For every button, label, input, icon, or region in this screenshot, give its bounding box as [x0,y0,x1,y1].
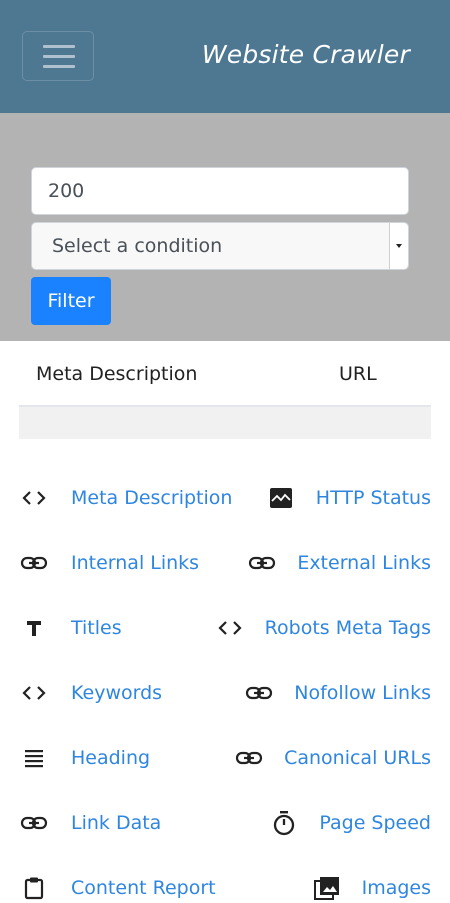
nav-link-label: Titles [71,617,122,639]
menu-toggle-button[interactable] [22,31,94,81]
title-icon [19,613,49,643]
top-navbar: Website Crawler [0,0,450,113]
brand-title[interactable]: Website Crawler [202,40,410,69]
images-icon [312,873,342,903]
nav-link-label: HTTP Status [315,487,431,509]
nav-link-link-data[interactable]: Link Data [19,808,161,838]
clipboard-icon [19,873,49,903]
nav-link-label: Content Report [71,877,216,899]
nav-link-label: Robots Meta Tags [264,617,431,639]
nav-link-robots-meta-tags[interactable]: Robots Meta Tags [215,613,431,643]
link-icon [234,743,264,773]
nav-link-heading[interactable]: Heading [19,743,150,773]
condition-select-value: Select a condition [52,235,223,257]
nav-link-meta-description[interactable]: Meta Description [19,483,232,513]
nav-link-external-links[interactable]: External Links [247,548,431,578]
nav-link-page-speed[interactable]: Page Speed [269,808,431,838]
nav-link-images[interactable]: Images [312,873,431,903]
nav-link-canonical-urls[interactable]: Canonical URLs [234,743,431,773]
link-icon [19,548,49,578]
nav-link-titles[interactable]: Titles [19,613,122,643]
nav-link-label: Page Speed [319,812,431,834]
code-icon [19,483,49,513]
nav-link-content-report[interactable]: Content Report [19,873,216,903]
nav-link-internal-links[interactable]: Internal Links [19,548,199,578]
filter-panel: 200 Select a condition Filter [0,113,450,341]
table-row [19,407,431,439]
nav-link-label: Internal Links [71,552,200,574]
heading-lines-icon [19,743,49,773]
timer-icon [269,808,299,838]
code-icon [19,678,49,708]
nav-link-label: Heading [71,747,151,769]
link-icon [19,808,49,838]
column-header-meta-description: Meta Description [36,363,198,385]
status-code-input[interactable]: 200 [31,167,409,215]
code-icon [215,613,245,643]
hamburger-icon [43,45,75,48]
select-arrow-icon[interactable] [389,223,408,269]
condition-select[interactable]: Select a condition [31,222,409,270]
nav-link-keywords[interactable]: Keywords [19,678,162,708]
nav-link-label: Images [361,877,431,899]
hamburger-icon [43,65,75,68]
image-wave-icon [266,483,296,513]
results-table-header: Meta Description URL [19,341,431,407]
link-icon [244,678,274,708]
nav-link-label: Keywords [71,682,163,704]
nav-link-nofollow-links[interactable]: Nofollow Links [244,678,431,708]
nav-link-http-status[interactable]: HTTP Status [266,483,431,513]
nav-link-label: Canonical URLs [284,747,431,769]
nav-link-label: Link Data [71,812,162,834]
nav-link-label: External Links [297,552,431,574]
filter-button[interactable]: Filter [31,277,111,325]
column-header-url: URL [339,363,377,385]
hamburger-icon [43,55,75,58]
link-icon [247,548,277,578]
nav-link-label: Meta Description [71,487,233,509]
nav-link-label: Nofollow Links [294,682,431,704]
